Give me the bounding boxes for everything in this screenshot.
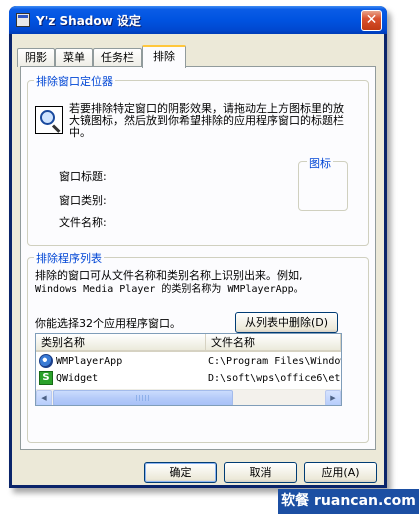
remove-from-list-button[interactable]: 从列表中删除(D) [235, 312, 338, 333]
scroll-right-arrow-icon[interactable]: ▶ [325, 390, 341, 405]
exclusion-list-description: 排除的窗口可从文件名称和类别名称上识别出来。例如, Windows Media … [35, 269, 365, 297]
cancel-button[interactable]: 取消 [224, 462, 297, 483]
row-file-name: D:\soft\wps\office6\et [208, 373, 341, 384]
list-header: 类别名称 文件名称 [36, 334, 341, 352]
tab-menu[interactable]: 菜单 [55, 48, 93, 67]
list-row[interactable]: WMPlayerApp C:\Program Files\Windows [36, 353, 341, 370]
target-icon-box: 图标 [298, 155, 348, 211]
settings-window: Y'z Shadow 设定 ✕ 阴影 菜单 任务栏 排除 排除窗口定位器 若要排… [9, 6, 387, 488]
column-header-file-name[interactable]: 文件名称 [206, 334, 341, 352]
tab-taskbar[interactable]: 任务栏 [93, 48, 142, 67]
ok-button[interactable]: 确定 [144, 462, 217, 483]
title-bar[interactable]: Y'z Shadow 设定 ✕ [9, 6, 387, 34]
locator-group-title: 排除窗口定位器 [34, 73, 115, 89]
close-button[interactable]: ✕ [361, 10, 382, 31]
scroll-left-arrow-icon[interactable]: ◀ [36, 390, 52, 405]
exclusion-description-line2: Windows Media Player 的类别名称为 WMPlayerApp。 [35, 284, 304, 295]
watermark-logo: 软餐 ruancan.com [278, 489, 419, 514]
app-window-icon [16, 13, 30, 27]
magnifier-handle-icon [51, 124, 61, 133]
scrollbar-grip-icon [136, 395, 150, 401]
magnifier-drag-icon[interactable] [35, 106, 63, 134]
icon-box-title: 图标 [307, 155, 333, 171]
row-class-name: QWidget [56, 373, 99, 384]
excluded-programs-list[interactable]: 类别名称 文件名称 WMPlayerApp C:\Program Files\W… [35, 333, 342, 406]
exclusion-list-title: 排除程序列表 [34, 250, 104, 266]
horizontal-scrollbar[interactable]: ◀ ▶ [36, 389, 341, 405]
locator-group: 排除窗口定位器 若要排除特定窗口的阴影效果，请拖动左上方图标里的放大镜图标，然后… [27, 73, 369, 246]
apply-button[interactable]: 应用(A) [304, 462, 377, 483]
dialog-client-area: 阴影 菜单 任务栏 排除 排除窗口定位器 若要排除特定窗口的阴影效果，请拖动左上… [12, 34, 384, 485]
file-name-label: 文件名称: [59, 216, 107, 229]
wps-icon: S [39, 371, 53, 385]
scrollbar-thumb[interactable] [53, 390, 233, 405]
list-row[interactable]: S QWidget D:\soft\wps\office6\et [36, 370, 341, 387]
column-header-class-name[interactable]: 类别名称 [36, 334, 206, 352]
locator-description: 若要排除特定窗口的阴影效果，请拖动左上方图标里的放大镜图标，然后放到你希望排除的… [69, 102, 344, 139]
tab-shadow[interactable]: 阴影 [17, 48, 55, 67]
magnifier-lens-icon [40, 110, 55, 125]
row-file-name: C:\Program Files\Windows [208, 356, 341, 367]
window-title-label: 窗口标题: [59, 170, 107, 183]
exclude-tab-panel: 排除窗口定位器 若要排除特定窗口的阴影效果，请拖动左上方图标里的放大镜图标，然后… [20, 66, 376, 450]
selectable-count-text: 你能选择32个应用程序窗口。 [35, 317, 181, 330]
exclusion-list-group: 排除程序列表 排除的窗口可从文件名称和类别名称上识别出来。例如, Windows… [27, 250, 369, 443]
window-class-label: 窗口类别: [59, 194, 107, 207]
row-class-name: WMPlayerApp [56, 356, 123, 367]
tab-exclude[interactable]: 排除 [142, 45, 186, 68]
window-title: Y'z Shadow 设定 [36, 14, 141, 28]
media-player-icon [39, 354, 53, 368]
exclusion-description-line1: 排除的窗口可从文件名称和类别名称上识别出来。例如, [35, 269, 303, 282]
